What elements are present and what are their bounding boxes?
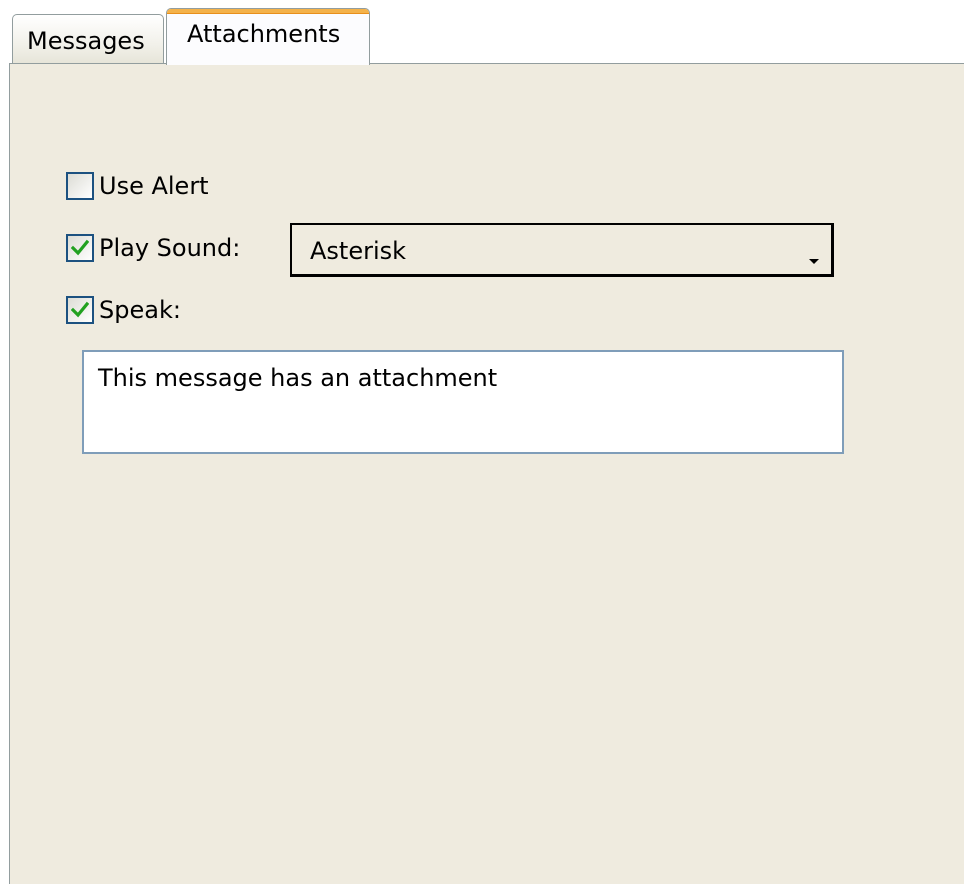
speak-text-field[interactable]: This message has an attachment bbox=[82, 350, 844, 454]
active-tab-highlight bbox=[167, 9, 369, 14]
play-sound-option[interactable]: Play Sound: bbox=[66, 234, 240, 262]
sound-select-value: Asterisk bbox=[310, 237, 407, 265]
speak-option[interactable]: Speak: bbox=[66, 296, 181, 324]
use-alert-option[interactable]: Use Alert bbox=[66, 172, 209, 200]
play-sound-label: Play Sound: bbox=[99, 234, 241, 262]
attachments-panel: Use Alert Play Sound: Asterisk Speak: Th… bbox=[9, 63, 964, 884]
play-sound-checkbox[interactable] bbox=[66, 234, 94, 262]
tab-messages[interactable]: Messages bbox=[12, 14, 164, 64]
check-icon bbox=[71, 239, 89, 256]
tab-messages-label: Messages bbox=[27, 27, 145, 55]
chevron-down-icon[interactable] bbox=[807, 256, 821, 266]
check-icon bbox=[71, 301, 89, 318]
tab-attachments[interactable]: Attachments bbox=[166, 8, 370, 65]
use-alert-label: Use Alert bbox=[99, 172, 209, 200]
speak-label: Speak: bbox=[99, 296, 181, 324]
speak-checkbox[interactable] bbox=[66, 296, 94, 324]
preferences-dialog: Messages Attachments Use Alert Play Soun… bbox=[0, 0, 964, 884]
sound-select[interactable]: Asterisk bbox=[290, 223, 834, 277]
use-alert-checkbox[interactable] bbox=[66, 172, 94, 200]
tab-attachments-label: Attachments bbox=[187, 20, 341, 48]
